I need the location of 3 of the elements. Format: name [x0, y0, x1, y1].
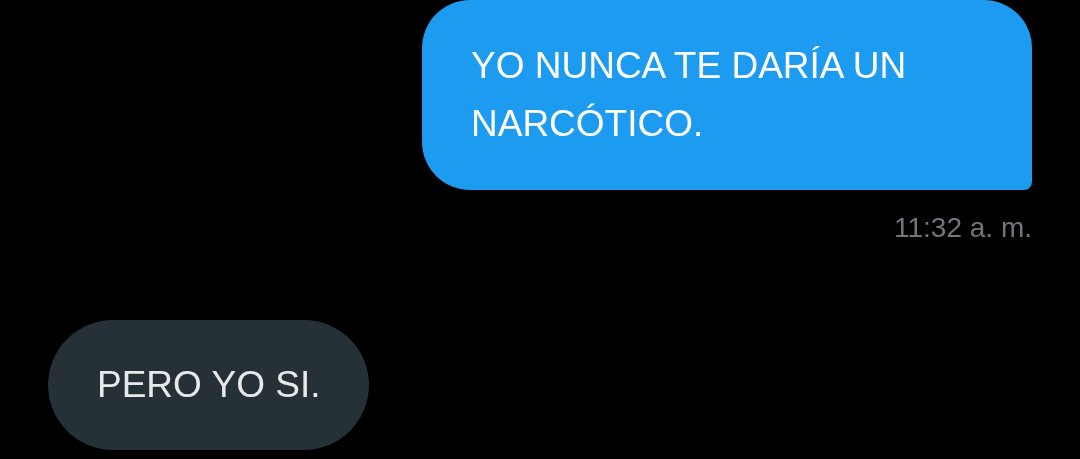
message-timestamp: 11:32 a. m.: [894, 212, 1032, 244]
sent-message-bubble: YO NUNCA TE DARÍA UN NARCÓTICO.: [422, 0, 1032, 190]
received-message-bubble: PERO YO SI.: [48, 320, 370, 450]
